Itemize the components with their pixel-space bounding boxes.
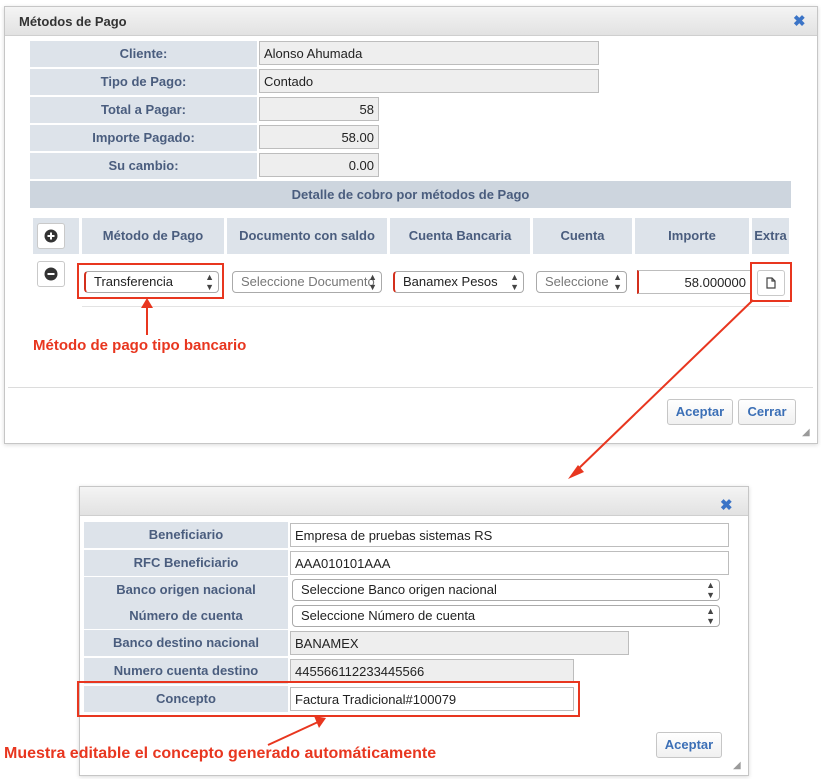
banco-destino-field: BANAMEX	[290, 631, 629, 655]
dialog-footer-divider	[8, 387, 813, 388]
cuenta-bancaria-select[interactable]: Banamex Pesos ▲ ▼	[393, 271, 524, 293]
table-header-documento: Documento con saldo	[227, 218, 387, 254]
remove-row-button[interactable]	[37, 261, 65, 287]
table-row-divider	[82, 306, 789, 307]
label-total: Total a Pagar:	[30, 97, 257, 123]
close-icon[interactable]: ✖	[720, 496, 733, 514]
metodo-highlight-box	[77, 263, 224, 299]
cuenta-select[interactable]: Seleccione ▲ ▼	[536, 271, 627, 293]
select-caret-icon: ▲ ▼	[510, 272, 519, 292]
label-num-cuenta: Número de cuenta	[84, 603, 288, 629]
importe-input[interactable]: 58.000000	[637, 270, 751, 294]
remove-row-icon	[44, 267, 58, 281]
banco-origen-select[interactable]: Seleccione Banco origen nacional ▲ ▼	[292, 579, 720, 601]
add-row-button[interactable]	[37, 223, 65, 249]
accept-button[interactable]: Aceptar	[667, 399, 733, 425]
cuenta-bancaria-select-value: Banamex Pesos	[403, 274, 498, 289]
documento-select[interactable]: Seleccione Documento ▲ ▼	[232, 271, 382, 293]
label-beneficiario: Beneficiario	[84, 522, 288, 548]
arrow-to-details-head	[568, 465, 584, 479]
label-tipo-pago: Tipo de Pago:	[30, 69, 257, 95]
add-row-icon	[44, 229, 58, 243]
label-cliente: Cliente:	[30, 41, 257, 67]
num-cuenta-select[interactable]: Seleccione Número de cuenta ▲ ▼	[292, 605, 720, 627]
table-header-importe: Importe	[635, 218, 749, 254]
cliente-field: Alonso Ahumada	[259, 41, 599, 65]
resize-grip-icon[interactable]: ◢	[733, 761, 743, 771]
dialog-titlebar: Métodos de Pago ✖	[5, 7, 817, 36]
label-banco-destino: Banco destino nacional	[84, 630, 288, 656]
table-header-cuenta-bancaria: Cuenta Bancaria	[390, 218, 530, 254]
dialog-titlebar: ✖	[80, 487, 748, 516]
extra-highlight-box	[750, 262, 792, 302]
select-caret-icon: ▲ ▼	[368, 272, 377, 292]
cuenta-select-value: Seleccione	[545, 274, 609, 289]
annotation-metodo: Método de pago tipo bancario	[33, 337, 247, 354]
close-icon[interactable]: ✖	[793, 12, 806, 30]
select-caret-icon: ▲ ▼	[706, 580, 715, 600]
label-banco-origen: Banco origen nacional	[84, 577, 288, 603]
dialog-title: Métodos de Pago	[19, 14, 127, 29]
accept-button[interactable]: Aceptar	[656, 732, 722, 758]
cambio-field: 0.00	[259, 153, 379, 177]
table-header-cuenta: Cuenta	[533, 218, 632, 254]
num-cuenta-select-value: Seleccione Número de cuenta	[301, 608, 476, 623]
table-header-metodo: Método de Pago	[82, 218, 224, 254]
concepto-highlight-box	[77, 681, 580, 717]
cuenta-destino-field: 445566112233445566	[290, 659, 574, 683]
documento-select-value: Seleccione Documento	[241, 274, 375, 289]
select-caret-icon: ▲ ▼	[706, 606, 715, 626]
label-importe-pagado: Importe Pagado:	[30, 125, 257, 151]
tipo-pago-field: Contado	[259, 69, 599, 93]
label-cambio: Su cambio:	[30, 153, 257, 179]
rfc-field[interactable]: AAA010101AAA	[290, 551, 729, 575]
beneficiario-field[interactable]: Empresa de pruebas sistemas RS	[290, 523, 729, 547]
label-rfc: RFC Beneficiario	[84, 550, 288, 576]
section-header: Detalle de cobro por métodos de Pago	[30, 181, 791, 208]
importe-pagado-field: 58.00	[259, 125, 379, 149]
close-button[interactable]: Cerrar	[738, 399, 796, 425]
select-caret-icon: ▲ ▼	[613, 272, 622, 292]
banco-origen-select-value: Seleccione Banco origen nacional	[301, 582, 497, 597]
resize-grip-icon[interactable]: ◢	[802, 428, 812, 438]
total-field: 58	[259, 97, 379, 121]
table-header-extra: Extra	[752, 218, 789, 254]
annotation-concepto: Muestra editable el concepto generado au…	[4, 745, 437, 762]
